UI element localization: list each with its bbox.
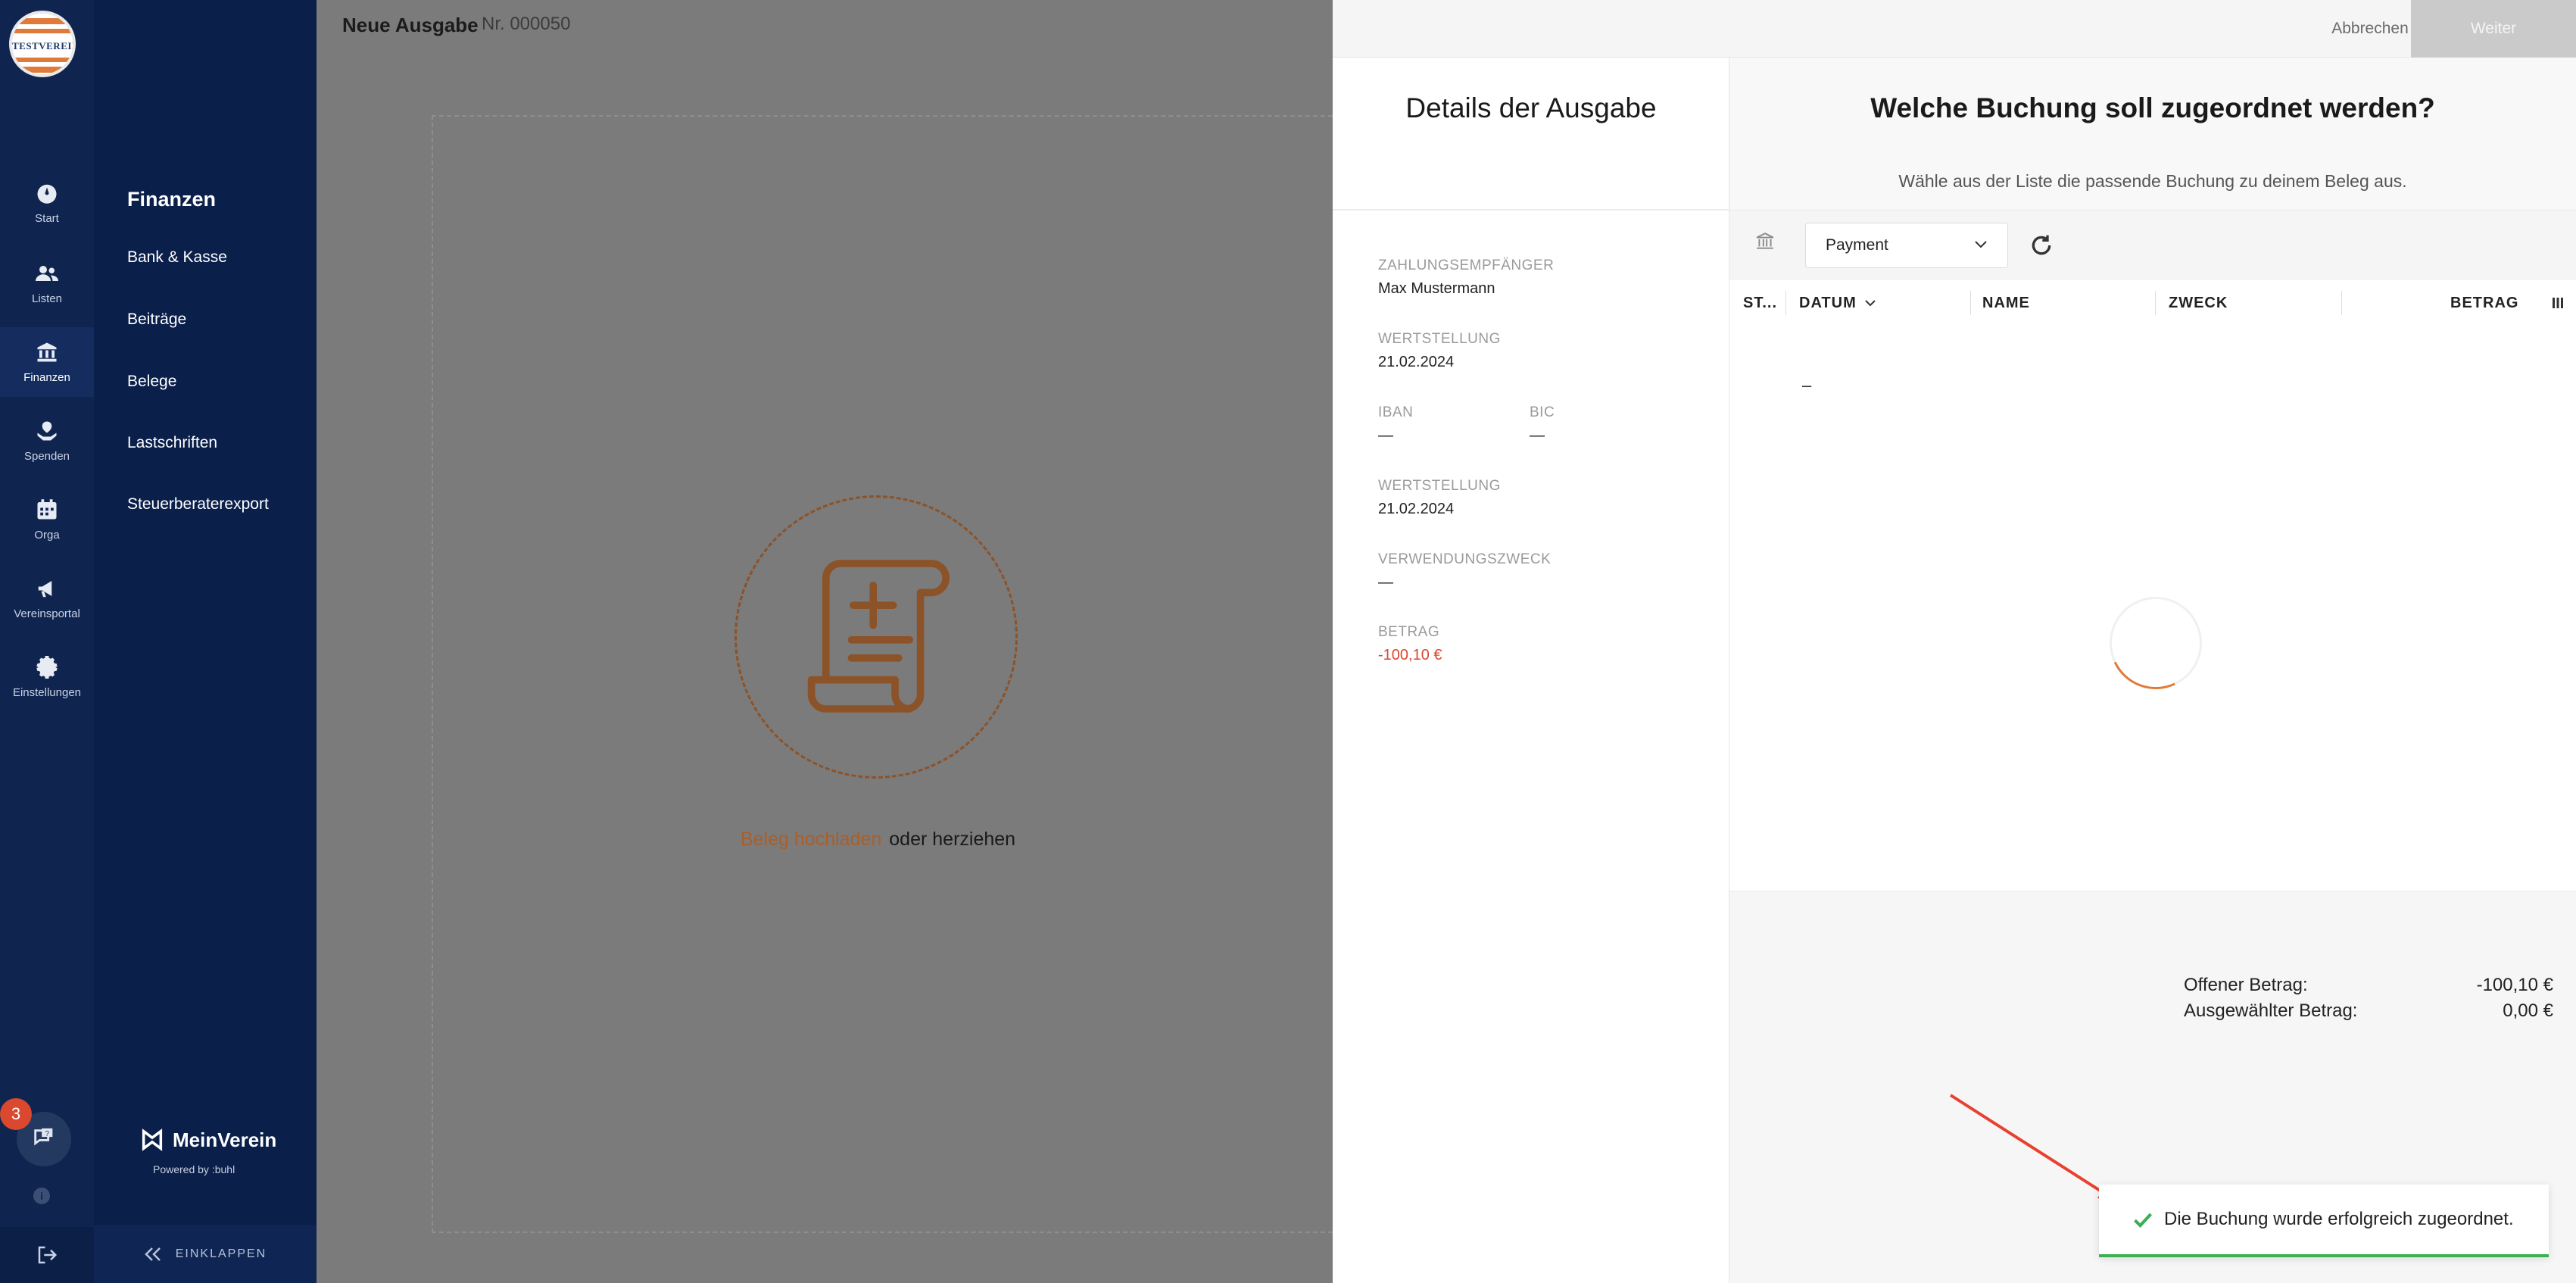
- column-date-label: DATUM: [1799, 294, 1857, 311]
- bank-icon: [36, 341, 58, 364]
- double-chevron-left-icon: [144, 1247, 161, 1261]
- main-content: Neue Ausgabe Nr. 000050 Beleg hochladen o…: [317, 0, 1333, 1283]
- logout-icon: [38, 1246, 58, 1264]
- megaphone-icon: [36, 577, 58, 600]
- column-date[interactable]: DATUM: [1799, 280, 1876, 326]
- valuta-label: WERTSTELLUNG: [1378, 331, 1501, 347]
- chevron-down-icon: [1975, 241, 1987, 248]
- selected-amount-label: Ausgewählter Betrag:: [2184, 1000, 2358, 1021]
- rail-item-label: Vereinsportal: [14, 607, 80, 620]
- org-logo[interactable]: TESTVEREIN: [9, 11, 76, 77]
- collapse-label: EINKLAPPEN: [175, 1247, 267, 1260]
- rail-item-start[interactable]: Start: [0, 168, 94, 238]
- notification-badge: 3: [0, 1098, 32, 1130]
- next-button[interactable]: Weiter: [2411, 0, 2576, 58]
- purpose-label: VERWENDUNGSZWECK: [1378, 551, 1552, 567]
- rail-item-label: Start: [35, 211, 59, 225]
- booking-selection-header: Welche Buchung soll zugeordnet werden? W…: [1729, 58, 2576, 211]
- booking-selection: Welche Buchung soll zugeordnet werden? W…: [1729, 58, 2576, 1283]
- upload-instruction: Beleg hochladen oder herziehen: [741, 829, 1015, 851]
- success-toast: Die Buchung wurde erfolgreich zugeordnet…: [2099, 1185, 2549, 1257]
- panel-topbar: Abbrechen Weiter: [1333, 0, 2576, 58]
- org-logo-text: TESTVEREIN: [12, 40, 76, 52]
- subnav-link-steuerberaterexport[interactable]: Steuerberaterexport: [127, 495, 269, 514]
- booking-table-header: ST... DATUM NAME ZWECK BETRAG: [1729, 280, 2576, 326]
- amount-label: BETRAG: [1378, 624, 1440, 640]
- expense-details: Details der Ausgabe ZAHLUNGSEMPFÄNGER Ma…: [1333, 58, 1729, 1283]
- account-select[interactable]: Payment: [1805, 223, 2008, 268]
- booking-selection-hint: Wähle aus der Liste die passende Buchung…: [1898, 171, 2407, 191]
- document-number: Nr. 000050: [482, 14, 571, 34]
- columns-icon: [2553, 298, 2563, 308]
- people-icon: [36, 262, 58, 285]
- iban-label: IBAN: [1378, 404, 1414, 420]
- rail-item-label: Finanzen: [23, 370, 70, 384]
- column-settings-button[interactable]: [2552, 280, 2564, 326]
- meinverein-logo-icon: [142, 1128, 163, 1151]
- subnav-link-lastschriften[interactable]: Lastschriften: [127, 434, 217, 452]
- svg-text:?: ?: [45, 1130, 49, 1138]
- toast-message: Die Buchung wurde erfolgreich zugeordnet…: [2164, 1209, 2514, 1229]
- details-title: Details der Ausgabe: [1405, 92, 1657, 123]
- refresh-icon[interactable]: [2029, 233, 2054, 258]
- column-purpose[interactable]: ZWECK: [2169, 280, 2228, 326]
- bic-label: BIC: [1530, 404, 1555, 420]
- rail-item-orga[interactable]: Orga: [0, 485, 94, 554]
- bank-icon: [1756, 233, 1774, 249]
- account-select-value: Payment: [1826, 236, 1888, 254]
- rail-item-einstellungen[interactable]: Einstellungen: [0, 642, 94, 712]
- recipient-label: ZAHLUNGSEMPFÄNGER: [1378, 258, 1555, 273]
- column-status[interactable]: ST...: [1743, 280, 1777, 326]
- gear-icon: [36, 655, 58, 679]
- subnav-link-bank-kasse[interactable]: Bank & Kasse: [127, 248, 227, 267]
- purpose-value: —: [1378, 574, 1393, 591]
- subnav-link-beitraege[interactable]: Beiträge: [127, 311, 186, 329]
- calendar-icon: [36, 498, 58, 521]
- rail-item-vereinsportal[interactable]: Vereinsportal: [0, 563, 94, 633]
- checkmark-icon: [2134, 1213, 2153, 1228]
- column-amount[interactable]: BETRAG: [2450, 280, 2518, 326]
- empty-row-placeholder: –: [1802, 376, 1812, 395]
- rail-item-listen[interactable]: Listen: [0, 248, 94, 318]
- app-rail: TESTVEREIN Start Listen Finanzen Spenden…: [0, 0, 94, 1283]
- amount-value: -100,10 €: [1378, 647, 1442, 663]
- brand-name: MeinVerein: [173, 1128, 277, 1151]
- rail-item-spenden[interactable]: Spenden: [0, 406, 94, 476]
- upload-receipt-link[interactable]: Beleg hochladen: [741, 829, 881, 850]
- page-title: Neue Ausgabe: [342, 14, 479, 36]
- rail-item-finanzen[interactable]: Finanzen: [0, 327, 94, 397]
- valuta-value: 21.02.2024: [1378, 354, 1455, 370]
- column-name[interactable]: NAME: [1982, 280, 2030, 326]
- rail-item-label: Einstellungen: [12, 685, 82, 699]
- iban-value: —: [1378, 427, 1393, 444]
- collapse-sidebar-button[interactable]: EINKLAPPEN: [94, 1225, 317, 1283]
- chat-icon: ?: [34, 1128, 53, 1146]
- rail-item-label: Orga: [34, 528, 60, 542]
- booking-selection-title: Welche Buchung soll zugeordnet werden?: [1870, 92, 2435, 123]
- selected-amount-value: 0,00 €: [2503, 1000, 2553, 1021]
- donation-icon: [36, 420, 58, 442]
- loading-spinner: [2096, 583, 2216, 703]
- valuta-value: 21.02.2024: [1378, 501, 1455, 517]
- brand-footer: MeinVerein Powered by :buhl: [139, 1127, 306, 1175]
- powered-by: Powered by :buhl: [153, 1163, 235, 1175]
- sort-desc-icon: [1865, 300, 1876, 307]
- logout-button[interactable]: [0, 1227, 94, 1283]
- finance-subnav: Finanzen Bank & Kasse Beiträge Belege La…: [94, 0, 317, 1283]
- bic-value: —: [1530, 427, 1545, 444]
- dashboard-icon: [36, 182, 58, 204]
- subnav-title: Finanzen: [127, 188, 217, 211]
- account-filter-bar: Payment: [1729, 211, 2576, 280]
- upload-drag-text: oder herziehen: [889, 829, 1016, 850]
- valuta-label: WERTSTELLUNG: [1378, 478, 1501, 494]
- receipt-add-icon: [807, 560, 950, 713]
- subnav-link-belege[interactable]: Belege: [127, 373, 176, 391]
- rail-item-label: Spenden: [23, 449, 70, 463]
- divider: [1333, 209, 1729, 211]
- recipient-value: Max Mustermann: [1378, 280, 1495, 297]
- rail-item-label: Listen: [31, 292, 63, 305]
- open-amount-value: -100,10 €: [2476, 975, 2553, 995]
- info-icon[interactable]: i: [33, 1188, 50, 1204]
- open-amount-label: Offener Betrag:: [2184, 975, 2308, 995]
